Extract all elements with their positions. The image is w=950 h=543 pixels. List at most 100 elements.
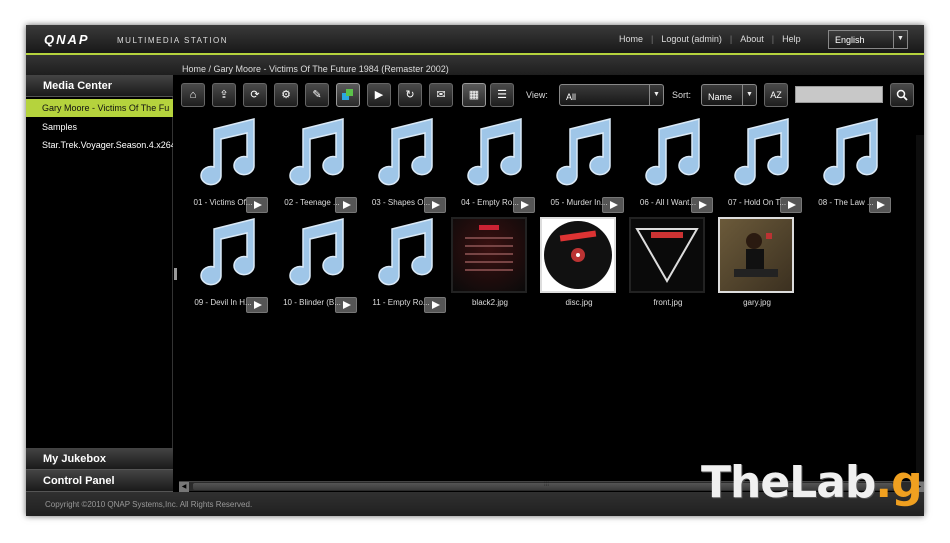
- mail-icon[interactable]: ✉: [429, 83, 453, 107]
- scroll-left-icon[interactable]: ◀: [179, 482, 189, 492]
- file-name: black2.jpg: [471, 298, 509, 307]
- file-tile[interactable]: 01 - Victims Of...: [178, 117, 268, 217]
- sidebar-media-center[interactable]: Media Center: [26, 75, 173, 97]
- music-note-icon: [556, 118, 611, 186]
- music-note-icon: [823, 118, 878, 186]
- copy-icon[interactable]: [336, 83, 360, 107]
- image-thumbnail: [451, 217, 527, 293]
- music-note-icon: [200, 218, 255, 286]
- watermark-logo: TheLab.gr: [701, 457, 924, 508]
- refresh-icon[interactable]: ⟳: [243, 83, 267, 107]
- file-name: gary.jpg: [743, 298, 771, 307]
- vertical-scrollbar[interactable]: [916, 135, 924, 487]
- music-note-icon: [645, 118, 700, 186]
- nav-separator: |: [771, 34, 775, 44]
- sidebar-item-star-trek[interactable]: Star.Trek.Voyager.Season.4.x264: [26, 136, 173, 154]
- toolbar: ⌂ ⇪ ⟳ ⚙ ✎ ▶ ↻ ✉ ▦ ☰ View: All ▼ Sort: Na…: [181, 82, 921, 108]
- image-thumbnail: [718, 217, 794, 293]
- view-select[interactable]: All ▼: [559, 84, 664, 106]
- watermark-text: TheLab: [701, 457, 876, 508]
- breadcrumb-bar: Home / Gary Moore - Victims Of The Futur…: [26, 55, 924, 75]
- sidebar-item-gary-moore[interactable]: Gary Moore - Victims Of The Fu: [26, 99, 173, 117]
- file-name: 09 - Devil In H...: [194, 298, 252, 307]
- copyright: Copyright ©2010 QNAP Systems,Inc. All Ri…: [45, 500, 253, 509]
- sort-select[interactable]: Name ▼: [701, 84, 757, 106]
- file-tile[interactable]: gary.jpg: [712, 217, 802, 317]
- music-note-icon: [378, 218, 433, 286]
- file-tile[interactable]: 02 - Teenage ...: [267, 117, 357, 217]
- file-name: 07 - Hold On T...: [727, 198, 787, 207]
- file-tile[interactable]: front.jpg: [623, 217, 713, 317]
- music-note-icon: [289, 118, 344, 186]
- file-name: front.jpg: [653, 298, 683, 307]
- file-name: 10 - Blinder (B...: [283, 298, 341, 307]
- view-value: All: [566, 92, 577, 102]
- file-tile[interactable]: black2.jpg: [445, 217, 535, 317]
- file-name: 01 - Victims Of...: [193, 198, 253, 207]
- grid-view-icon[interactable]: ▦: [462, 83, 486, 107]
- sort-label: Sort:: [672, 90, 692, 100]
- nav-help-link[interactable]: Help: [782, 34, 801, 44]
- file-name: 06 - All I Want...: [639, 198, 697, 207]
- chevron-down-icon[interactable]: ▼: [742, 85, 756, 105]
- music-note-icon: [289, 218, 344, 286]
- watermark-suffix: .gr: [875, 457, 924, 508]
- sidebar-item-samples[interactable]: Samples: [26, 118, 173, 136]
- sidebar: Media Center Gary Moore - Victims Of The…: [26, 75, 173, 493]
- language-select[interactable]: English ▼: [828, 30, 908, 49]
- file-tile[interactable]: 03 - Shapes O...: [356, 117, 446, 217]
- sidebar-control-panel[interactable]: Control Panel: [26, 470, 173, 492]
- image-thumbnail: [629, 217, 705, 293]
- file-name: 05 - Murder In...: [550, 198, 608, 207]
- file-tile[interactable]: 08 - The Law ...: [801, 117, 891, 217]
- file-tile[interactable]: 09 - Devil In H...: [178, 217, 268, 317]
- list-view-icon[interactable]: ☰: [490, 83, 514, 107]
- sidebar-resize-handle[interactable]: [174, 268, 177, 280]
- edit-icon[interactable]: ✎: [305, 83, 329, 107]
- file-tile[interactable]: disc.jpg: [534, 217, 624, 317]
- scrollbar-grip-icon: ⁞⁞⁞: [544, 482, 550, 488]
- search-input[interactable]: [795, 86, 883, 103]
- chevron-down-icon[interactable]: ▼: [893, 31, 907, 48]
- file-tile[interactable]: 07 - Hold On T...: [712, 117, 802, 217]
- nav-separator: |: [729, 34, 733, 44]
- search-icon[interactable]: [890, 83, 914, 107]
- home-icon[interactable]: ⌂: [181, 83, 205, 107]
- settings-icon[interactable]: ⚙: [274, 83, 298, 107]
- nav-home-link[interactable]: Home: [619, 34, 643, 44]
- file-tile[interactable]: 11 - Empty Ro...: [356, 217, 446, 317]
- nav-about-link[interactable]: About: [740, 34, 764, 44]
- view-label: View:: [526, 90, 548, 100]
- breadcrumb[interactable]: Home / Gary Moore - Victims Of The Futur…: [182, 64, 449, 74]
- sort-value: Name: [708, 92, 733, 102]
- nav-logout-link[interactable]: Logout (admin): [661, 34, 722, 44]
- file-tile[interactable]: 10 - Blinder (B...: [267, 217, 357, 317]
- file-name: 04 - Empty Ro...: [461, 198, 519, 207]
- file-tile[interactable]: 06 - All I Want...: [623, 117, 713, 217]
- top-nav: Home | Logout (admin) | About | Help: [619, 34, 801, 44]
- file-name: 08 - The Law ...: [818, 198, 874, 207]
- nav-separator: |: [651, 34, 654, 44]
- sort-order-button[interactable]: AZ: [764, 83, 788, 107]
- play-icon[interactable]: ▶: [367, 83, 391, 107]
- music-note-icon: [378, 118, 433, 186]
- file-name: disc.jpg: [565, 298, 593, 307]
- file-tile[interactable]: 04 - Empty Ro...: [445, 117, 535, 217]
- file-name: 11 - Empty Ro...: [372, 298, 430, 307]
- app-window: QNAP MULTIMEDIA STATION Home | Logout (a…: [26, 25, 924, 516]
- app-name: MULTIMEDIA STATION: [117, 36, 229, 45]
- file-tile[interactable]: 05 - Murder In...: [534, 117, 624, 217]
- music-note-icon: [200, 118, 255, 186]
- language-value: English: [835, 35, 865, 45]
- header-bar: QNAP MULTIMEDIA STATION Home | Logout (a…: [26, 25, 924, 55]
- upload-icon[interactable]: ⇪: [212, 83, 236, 107]
- chevron-down-icon[interactable]: ▼: [649, 85, 663, 105]
- image-thumbnail: [540, 217, 616, 293]
- music-note-icon: [734, 118, 789, 186]
- file-name: 03 - Shapes O...: [371, 198, 431, 207]
- qnap-logo: QNAP: [44, 32, 90, 47]
- music-note-icon: [467, 118, 522, 186]
- rotate-icon[interactable]: ↻: [398, 83, 422, 107]
- sidebar-my-jukebox[interactable]: My Jukebox: [26, 448, 173, 470]
- file-name: 02 - Teenage ...: [284, 198, 340, 207]
